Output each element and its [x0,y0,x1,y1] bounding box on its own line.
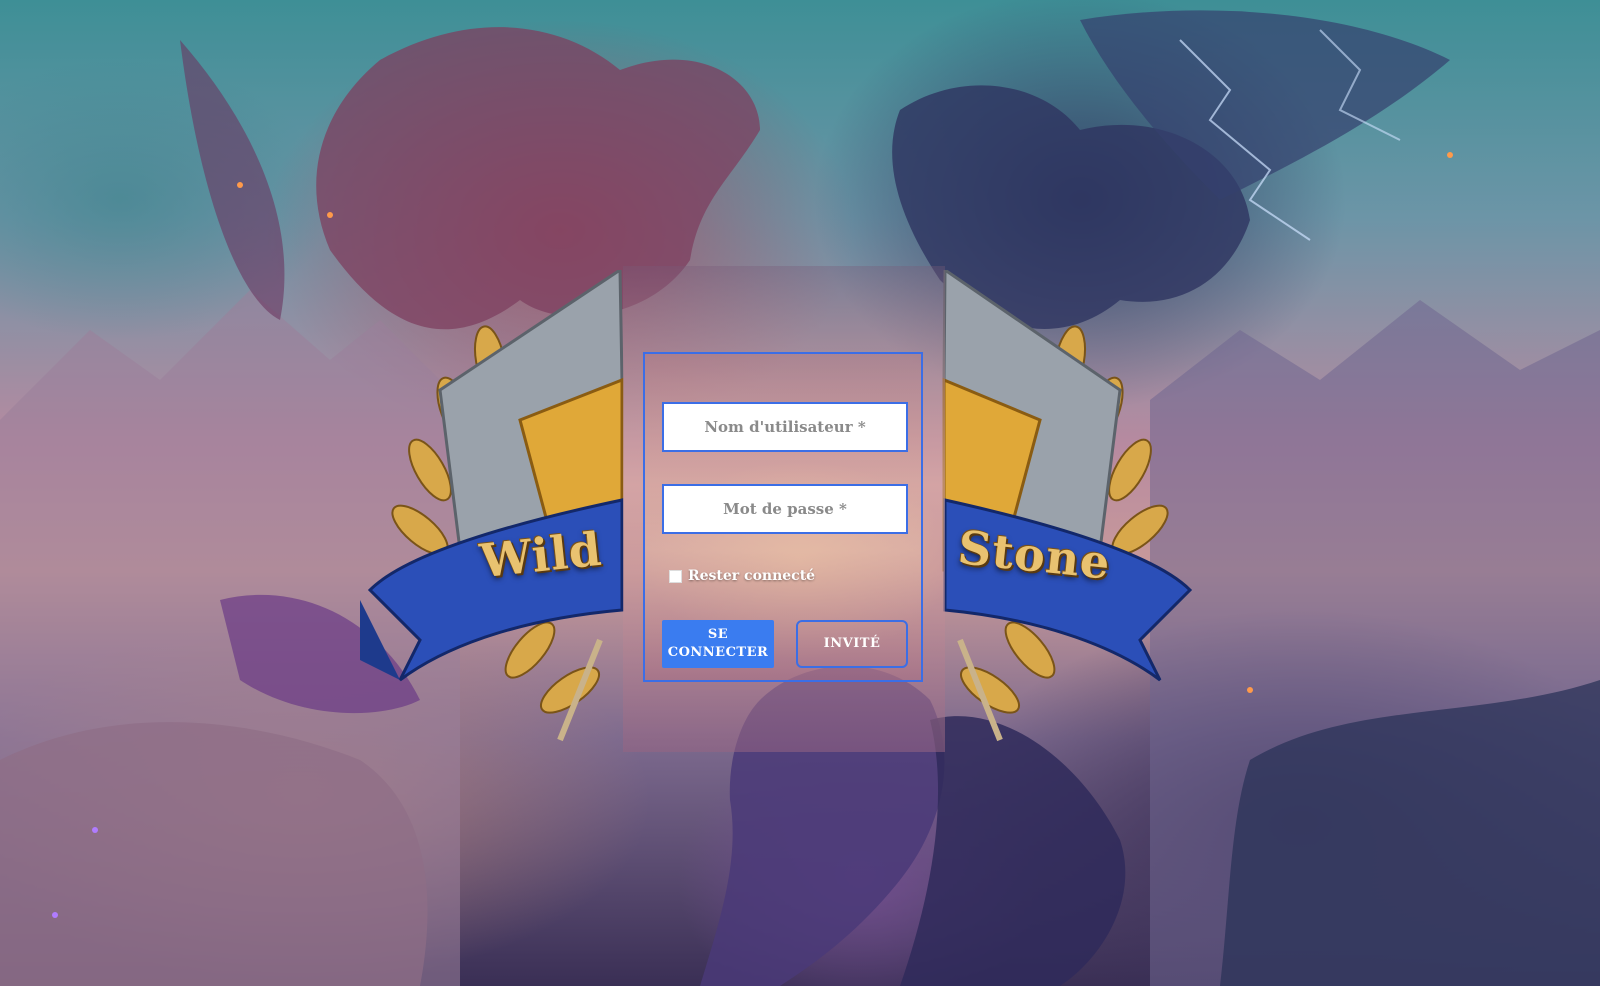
guest-button[interactable]: Invité [796,620,908,668]
password-input[interactable] [662,484,908,534]
remember-me-checkbox[interactable] [669,569,682,583]
username-input[interactable] [662,402,908,452]
remember-me-label: Rester connecté [688,568,816,584]
login-form: Rester connecté Se connecter Invité [643,352,923,682]
remember-me[interactable]: Rester connecté [669,568,815,584]
login-button[interactable]: Se connecter [662,620,774,668]
